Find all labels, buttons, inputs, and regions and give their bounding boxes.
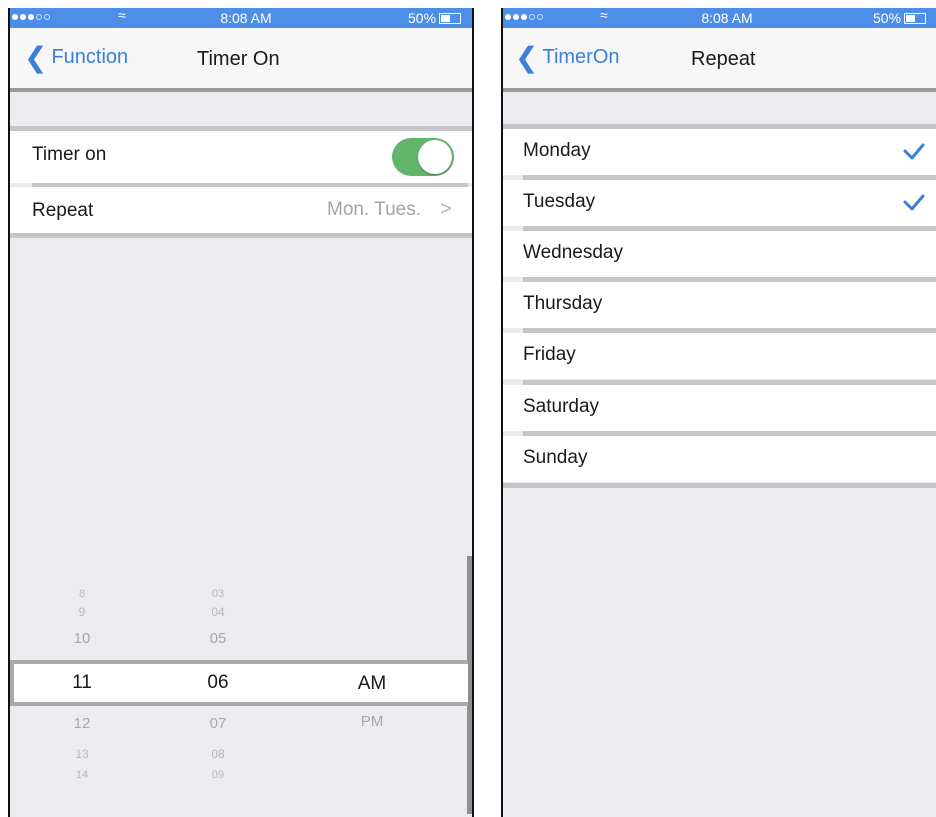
battery-indicator: 50% xyxy=(408,10,462,26)
page-title: Timer On xyxy=(197,48,280,70)
day-row-sunday[interactable]: Sunday xyxy=(503,436,936,482)
day-row-saturday[interactable]: Saturday xyxy=(503,385,936,431)
hour-option: 13 xyxy=(75,747,89,761)
nav-bar: ❮ TimerOn Repeat xyxy=(503,28,936,88)
hour-option: 8 xyxy=(78,588,86,600)
day-row-monday[interactable]: Monday xyxy=(503,129,936,175)
day-row-thursday[interactable]: Thursday xyxy=(503,282,936,328)
day-row-wednesday[interactable]: Wednesday xyxy=(503,231,936,277)
timer-on-row: Timer on xyxy=(10,131,472,183)
chevron-left-icon: ❮ xyxy=(515,41,539,73)
minute-option: 04 xyxy=(211,605,225,619)
hour-option: 9 xyxy=(78,605,86,619)
group-divider xyxy=(503,483,936,488)
minute-option: 08 xyxy=(211,747,225,761)
back-label: TimerOn xyxy=(542,46,620,68)
day-label: Friday xyxy=(523,344,576,365)
day-label: Saturday xyxy=(523,396,600,417)
chevron-right-icon: > xyxy=(440,198,452,220)
minute-option: 07 xyxy=(209,715,227,732)
back-label: Function xyxy=(51,46,129,68)
day-row-friday[interactable]: Friday xyxy=(503,333,936,379)
day-label: Sunday xyxy=(523,447,588,468)
day-row-tuesday[interactable]: Tuesday xyxy=(503,180,936,226)
chevron-left-icon: ❮ xyxy=(24,41,48,73)
day-label: Tuesday xyxy=(523,191,596,212)
period-selected: AM xyxy=(357,673,387,694)
signal-dots-icon xyxy=(12,14,50,20)
hour-option: 14 xyxy=(75,769,89,781)
checkmark-icon xyxy=(903,194,925,211)
status-time: 8:08 AM xyxy=(220,10,272,26)
repeat-row[interactable]: Repeat Mon. Tues. > xyxy=(10,187,472,235)
hour-option: 12 xyxy=(73,715,91,732)
minute-option: 03 xyxy=(211,588,225,600)
wifi-icon: ≈ xyxy=(118,8,126,23)
timer-on-screen: ≈ 8:08 AM 50% ❮ Function Timer On Timer … xyxy=(8,8,474,817)
minute-option: 05 xyxy=(209,630,227,647)
day-label: Monday xyxy=(523,140,591,161)
signal-dots-icon xyxy=(505,14,543,20)
nav-divider xyxy=(10,88,472,92)
repeat-screen: ≈ 8:08 AM 50% ❮ TimerOn Repeat Monday Tu… xyxy=(501,8,936,817)
nav-divider xyxy=(503,88,936,92)
minute-option: 09 xyxy=(211,769,225,781)
page-title: Repeat xyxy=(691,48,756,70)
status-time: 8:08 AM xyxy=(701,10,753,26)
toggle-knob xyxy=(418,140,452,174)
battery-percent: 50% xyxy=(408,10,437,26)
checkmark-icon xyxy=(903,143,925,160)
wifi-icon: ≈ xyxy=(600,8,608,23)
status-bar: ≈ 8:08 AM 50% xyxy=(10,8,472,28)
back-button[interactable]: ❮ Function xyxy=(24,41,129,73)
hour-option: 10 xyxy=(73,630,91,647)
timer-on-label: Timer on xyxy=(32,144,107,165)
battery-icon xyxy=(439,12,462,24)
battery-indicator: 50% xyxy=(873,10,927,26)
battery-percent: 50% xyxy=(873,10,902,26)
group-divider xyxy=(10,233,472,238)
day-label: Wednesday xyxy=(523,242,623,263)
back-button[interactable]: ❮ TimerOn xyxy=(515,41,620,73)
timer-on-toggle[interactable] xyxy=(392,138,454,176)
status-bar: ≈ 8:08 AM 50% xyxy=(503,8,936,28)
nav-bar: ❮ Function Timer On xyxy=(10,28,472,88)
hour-selected: 11 xyxy=(72,672,92,693)
day-label: Thursday xyxy=(523,293,603,314)
repeat-label: Repeat xyxy=(32,200,94,221)
minute-selected: 06 xyxy=(207,672,229,693)
battery-icon xyxy=(904,12,927,24)
repeat-value: Mon. Tues. xyxy=(327,199,421,220)
period-option: PM xyxy=(360,713,384,730)
